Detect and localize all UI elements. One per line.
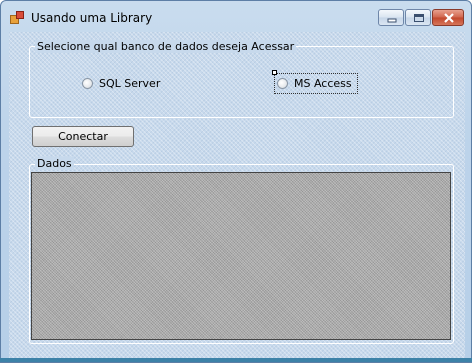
close-icon <box>444 13 454 23</box>
window-title: Usando uma Library <box>31 11 153 25</box>
minimize-icon <box>387 18 397 23</box>
maximize-icon <box>414 14 424 22</box>
minimize-button[interactable] <box>378 9 404 26</box>
ms-access-radio-label: MS Access <box>294 77 352 90</box>
sql-server-radio[interactable]: SQL Server <box>82 77 160 90</box>
data-grid-view[interactable] <box>31 172 451 340</box>
sql-server-radio-label: SQL Server <box>99 77 161 90</box>
application-icon <box>10 11 24 24</box>
selection-handle[interactable] <box>272 70 277 75</box>
title-bar[interactable]: Usando uma Library <box>1 1 471 33</box>
data-group-label: Dados <box>35 157 74 170</box>
maximize-button[interactable] <box>405 9 431 26</box>
ms-access-radio-circle[interactable] <box>277 78 288 89</box>
close-button[interactable] <box>432 9 464 26</box>
connect-button[interactable]: Conectar <box>32 126 134 147</box>
ms-access-radio[interactable]: MS Access <box>277 77 352 90</box>
window-bottom-border <box>0 358 472 362</box>
sql-server-radio-circle[interactable] <box>82 78 93 89</box>
database-select-group-label: Selecione qual banco de dados deseja Ace… <box>35 40 297 53</box>
